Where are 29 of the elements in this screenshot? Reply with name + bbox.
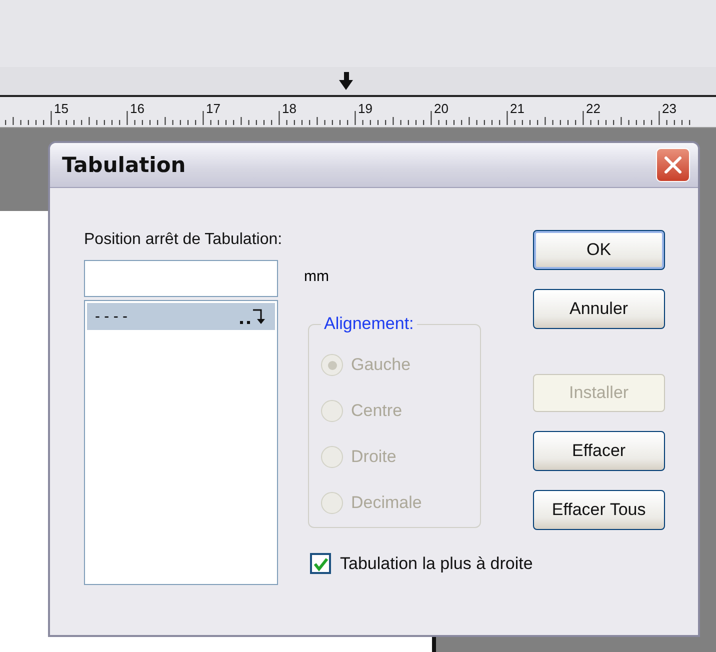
right-tab-icon <box>239 308 267 326</box>
ruler-number: 18 <box>282 101 296 116</box>
position-field[interactable] <box>84 260 278 297</box>
ruler-number: 21 <box>510 101 524 116</box>
window-title: Tabulation <box>62 153 186 177</box>
checkbox[interactable] <box>310 553 331 574</box>
ruler-number: 20 <box>434 101 448 116</box>
field-label: Position arrêt de Tabulation: <box>84 230 284 250</box>
radio-label: Decimale <box>351 493 422 513</box>
dialog-button[interactable]: Effacer <box>532 431 665 471</box>
ruler-number: 19 <box>358 101 372 116</box>
close-icon <box>662 154 684 176</box>
dialog-button[interactable]: OK <box>532 230 665 270</box>
radio-label: Gauche <box>351 355 411 375</box>
ruler-number: 22 <box>586 101 600 116</box>
close-button[interactable] <box>656 148 690 182</box>
dialog-button[interactable]: Annuler <box>532 289 665 329</box>
radio-label: Centre <box>351 401 402 421</box>
ruler-number: 17 <box>206 101 220 116</box>
tab-list-item[interactable]: - - - - <box>87 303 275 330</box>
radio-label: Droite <box>351 447 396 467</box>
group-legend: Alignement: <box>321 314 417 334</box>
tab-marker-icon[interactable] <box>338 72 354 90</box>
dialog-button[interactable]: Effacer Tous <box>532 490 665 530</box>
ruler-number: 23 <box>662 101 676 116</box>
checkbox-label: Tabulation la plus à droite <box>340 554 533 574</box>
ruler-number: 15 <box>54 101 68 116</box>
unit-label: mm <box>304 268 329 286</box>
ruler-number: 16 <box>130 101 144 116</box>
